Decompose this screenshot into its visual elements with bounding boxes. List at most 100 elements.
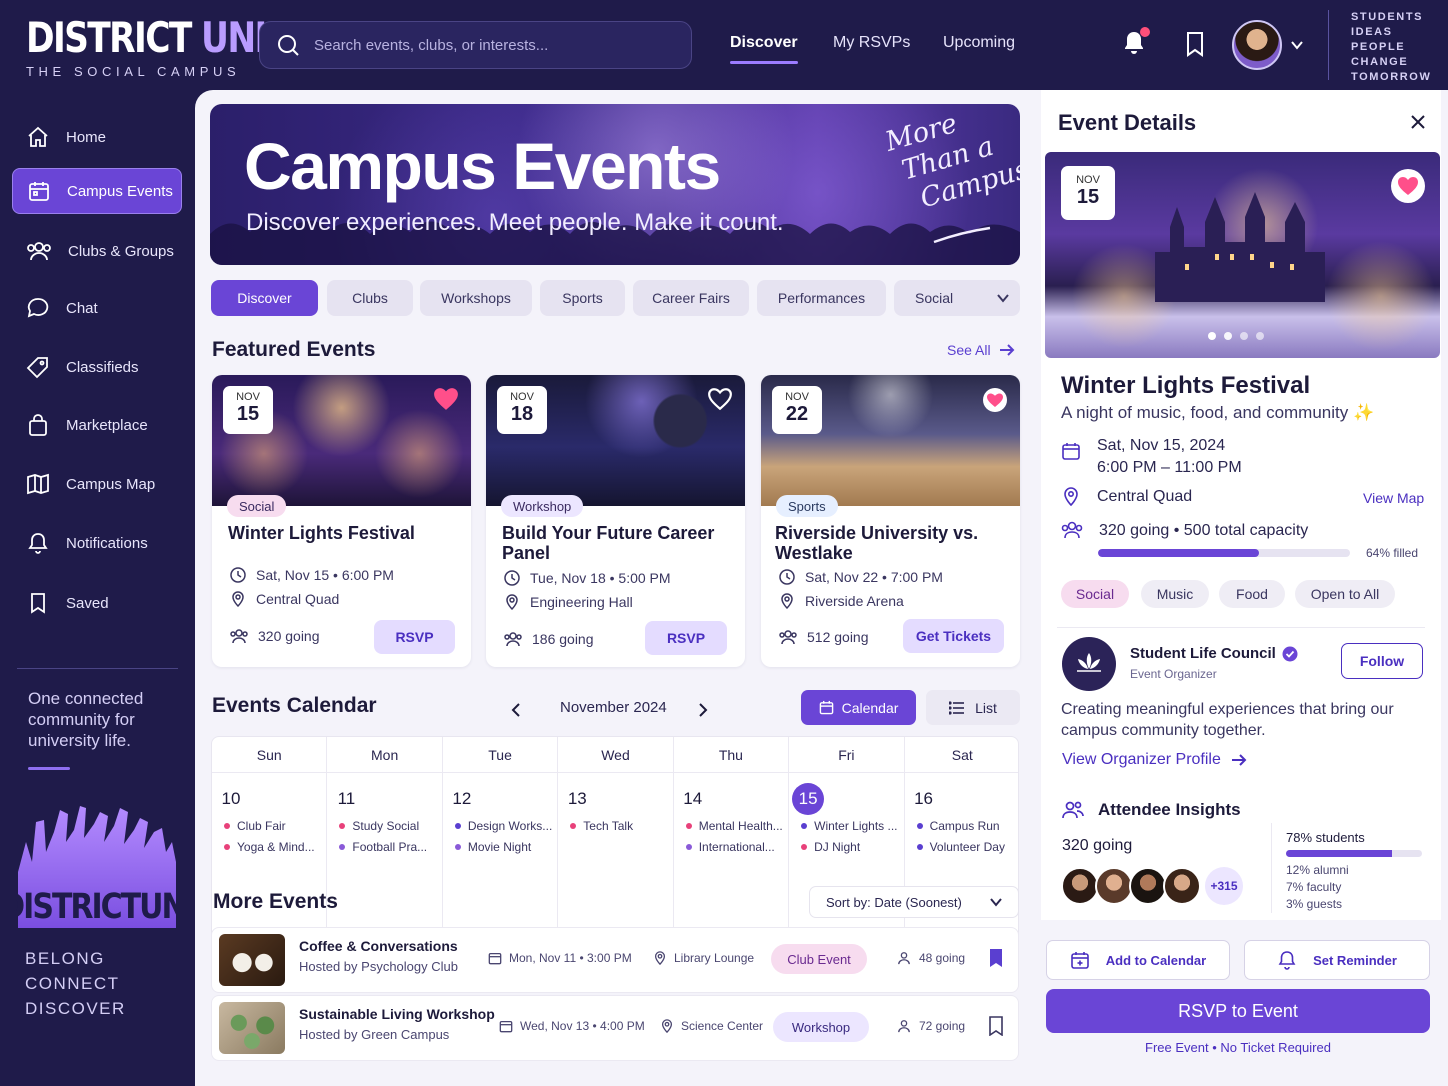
calendar-event-label: Movie Night	[467, 840, 532, 854]
nav-discover[interactable]: Discover	[730, 34, 798, 64]
heart-icon[interactable]	[982, 387, 1008, 413]
notifications-button[interactable]	[1122, 27, 1150, 61]
sidebar-item-campus-map[interactable]: Campus Map	[12, 461, 182, 507]
calendar-event[interactable]: Tech Talk	[570, 819, 633, 833]
calendar-day[interactable]: Mon 11 Study Social Football Pra...	[327, 737, 443, 957]
follow-button[interactable]: Follow	[1341, 643, 1423, 679]
calendar-event[interactable]: Study Social	[339, 819, 419, 833]
view-organizer-profile-link[interactable]: View Organizer Profile	[1062, 751, 1247, 769]
more-attendees-count[interactable]: +315	[1205, 867, 1243, 905]
search-bar[interactable]	[259, 21, 692, 69]
events-calendar-title: Events Calendar	[212, 694, 377, 717]
rsvp-to-event-button[interactable]: RSVP to Event	[1046, 989, 1430, 1033]
see-all-link[interactable]: See All	[947, 342, 1015, 358]
carousel-dots[interactable]	[1208, 332, 1264, 340]
selected-date[interactable]: 15	[792, 783, 825, 815]
calendar-day[interactable]: Wed 13 Tech Talk	[558, 737, 674, 957]
tag-open-to-all[interactable]: Open to All	[1295, 580, 1395, 608]
saved-button[interactable]	[1185, 31, 1205, 62]
close-icon[interactable]	[1411, 115, 1425, 129]
calendar-event[interactable]: Design Works...	[454, 819, 552, 833]
tab-sports[interactable]: Sports	[540, 280, 625, 316]
tab-social[interactable]: Social	[894, 280, 1020, 316]
organizer-name[interactable]: Student Life Council	[1130, 645, 1298, 662]
calendar-day[interactable]: Sat 16 Campus Run Volunteer Day	[904, 737, 1018, 957]
users-icon	[26, 239, 52, 263]
sidebar-item-chat[interactable]: Chat	[12, 285, 182, 331]
list-item[interactable]: Sustainable Living Workshop Hosted by Gr…	[211, 995, 1019, 1061]
event-dot	[339, 844, 346, 850]
calendar-event[interactable]: Yoga & Mind...	[224, 840, 315, 854]
rsvp-button[interactable]: RSVP	[374, 620, 455, 654]
date-number[interactable]: 16	[908, 783, 940, 815]
calendar-day[interactable]: Thu 14 Mental Health... International...	[673, 737, 790, 957]
view-map-link[interactable]: View Map	[1363, 490, 1424, 506]
tab-performances[interactable]: Performances	[757, 280, 886, 316]
date-number[interactable]: 12	[446, 783, 478, 815]
attendee-avatars[interactable]: +315	[1061, 867, 1243, 905]
list-item[interactable]: Coffee & Conversations Hosted by Psychol…	[211, 927, 1019, 993]
calendar-day[interactable]: Tue 12 Design Works... Movie Night	[442, 737, 559, 957]
event-card[interactable]: NOV 18 Workshop Build Your Future Career …	[486, 375, 745, 667]
user-avatar[interactable]	[1232, 20, 1282, 70]
calendar-day[interactable]: Sun 10 Club Fair Yoga & Mind...	[212, 737, 328, 957]
sort-dropdown[interactable]: Sort by: Date (Soonest)	[809, 886, 1019, 918]
calendar-event[interactable]: Football Pra...	[339, 840, 427, 854]
prev-month-button[interactable]	[501, 695, 531, 725]
sidebar-item-saved[interactable]: Saved	[12, 580, 182, 626]
tag-social[interactable]: Social	[1061, 580, 1129, 608]
event-card[interactable]: NOV 22 Sports Riverside University vs. We…	[761, 375, 1020, 667]
tab-workshops[interactable]: Workshops	[420, 280, 532, 316]
bookmark-icon[interactable]	[988, 1016, 1004, 1036]
calendar-event[interactable]: International...	[685, 840, 775, 854]
going-count: 320 going	[258, 628, 320, 644]
nav-upcoming[interactable]: Upcoming	[943, 34, 1015, 52]
calendar-event[interactable]: Club Fair	[224, 819, 286, 833]
calendar-event[interactable]: Volunteer Day	[916, 840, 1005, 854]
map-icon	[26, 472, 50, 496]
list-view-button[interactable]: List	[926, 690, 1020, 725]
account-menu-button[interactable]	[1290, 38, 1304, 57]
tab-discover[interactable]: Discover	[211, 280, 318, 316]
date-number[interactable]: 14	[677, 783, 709, 815]
organizer-logo[interactable]	[1062, 637, 1116, 691]
calendar-view-button[interactable]: Calendar	[801, 690, 916, 725]
set-reminder-button[interactable]: Set Reminder	[1244, 940, 1430, 980]
calendar-event[interactable]: Movie Night	[454, 840, 532, 854]
nav-my-rsvps[interactable]: My RSVPs	[833, 34, 910, 52]
bookmark-filled-icon[interactable]	[988, 948, 1004, 968]
tag-food[interactable]: Food	[1219, 580, 1285, 608]
heart-icon[interactable]	[1390, 168, 1426, 204]
heart-icon[interactable]	[433, 387, 459, 411]
sidebar-item-notifications[interactable]: Notifications	[12, 520, 182, 566]
chevron-down-icon[interactable]	[997, 292, 1009, 304]
people-icon	[1061, 520, 1083, 540]
tab-clubs[interactable]: Clubs	[327, 280, 413, 316]
tab-career-fairs[interactable]: Career Fairs	[633, 280, 749, 316]
date-number[interactable]: 10	[215, 783, 247, 815]
event-subtitle: A night of music, food, and community ✨	[1061, 403, 1375, 422]
date-number[interactable]: 13	[561, 783, 593, 815]
add-to-calendar-button[interactable]: Add to Calendar	[1046, 940, 1230, 980]
calendar-event[interactable]: Campus Run	[916, 819, 1000, 833]
search-input[interactable]	[314, 36, 654, 54]
sidebar-item-home[interactable]: Home	[12, 114, 182, 160]
sidebar-item-classifieds[interactable]: Classifieds	[12, 344, 182, 390]
calendar-event[interactable]: DJ Night	[801, 840, 860, 854]
heart-outline-icon[interactable]	[707, 387, 733, 411]
tag-music[interactable]: Music	[1141, 580, 1209, 608]
chat-icon	[26, 296, 50, 320]
next-month-button[interactable]	[688, 695, 718, 725]
date-number[interactable]: 11	[330, 783, 362, 815]
calendar-event[interactable]: Winter Lights ...	[801, 819, 898, 833]
rsvp-button[interactable]: RSVP	[645, 621, 727, 655]
brand-logo[interactable]: DISTRICT UNI THE SOCIAL CAMPUS	[26, 14, 267, 80]
chevron-left-icon	[511, 703, 521, 717]
sidebar-item-clubs-groups[interactable]: Clubs & Groups	[12, 228, 182, 274]
sidebar-item-marketplace[interactable]: Marketplace	[12, 402, 182, 448]
calendar-day[interactable]: Fri 15 Winter Lights ... DJ Night	[789, 737, 905, 957]
event-card[interactable]: NOV 15 Social Winter Lights Festival Sat,…	[212, 375, 471, 667]
get-tickets-button[interactable]: Get Tickets	[903, 619, 1004, 653]
calendar-event[interactable]: Mental Health...	[685, 819, 783, 833]
sidebar-item-campus-events[interactable]: Campus Events	[12, 168, 182, 214]
